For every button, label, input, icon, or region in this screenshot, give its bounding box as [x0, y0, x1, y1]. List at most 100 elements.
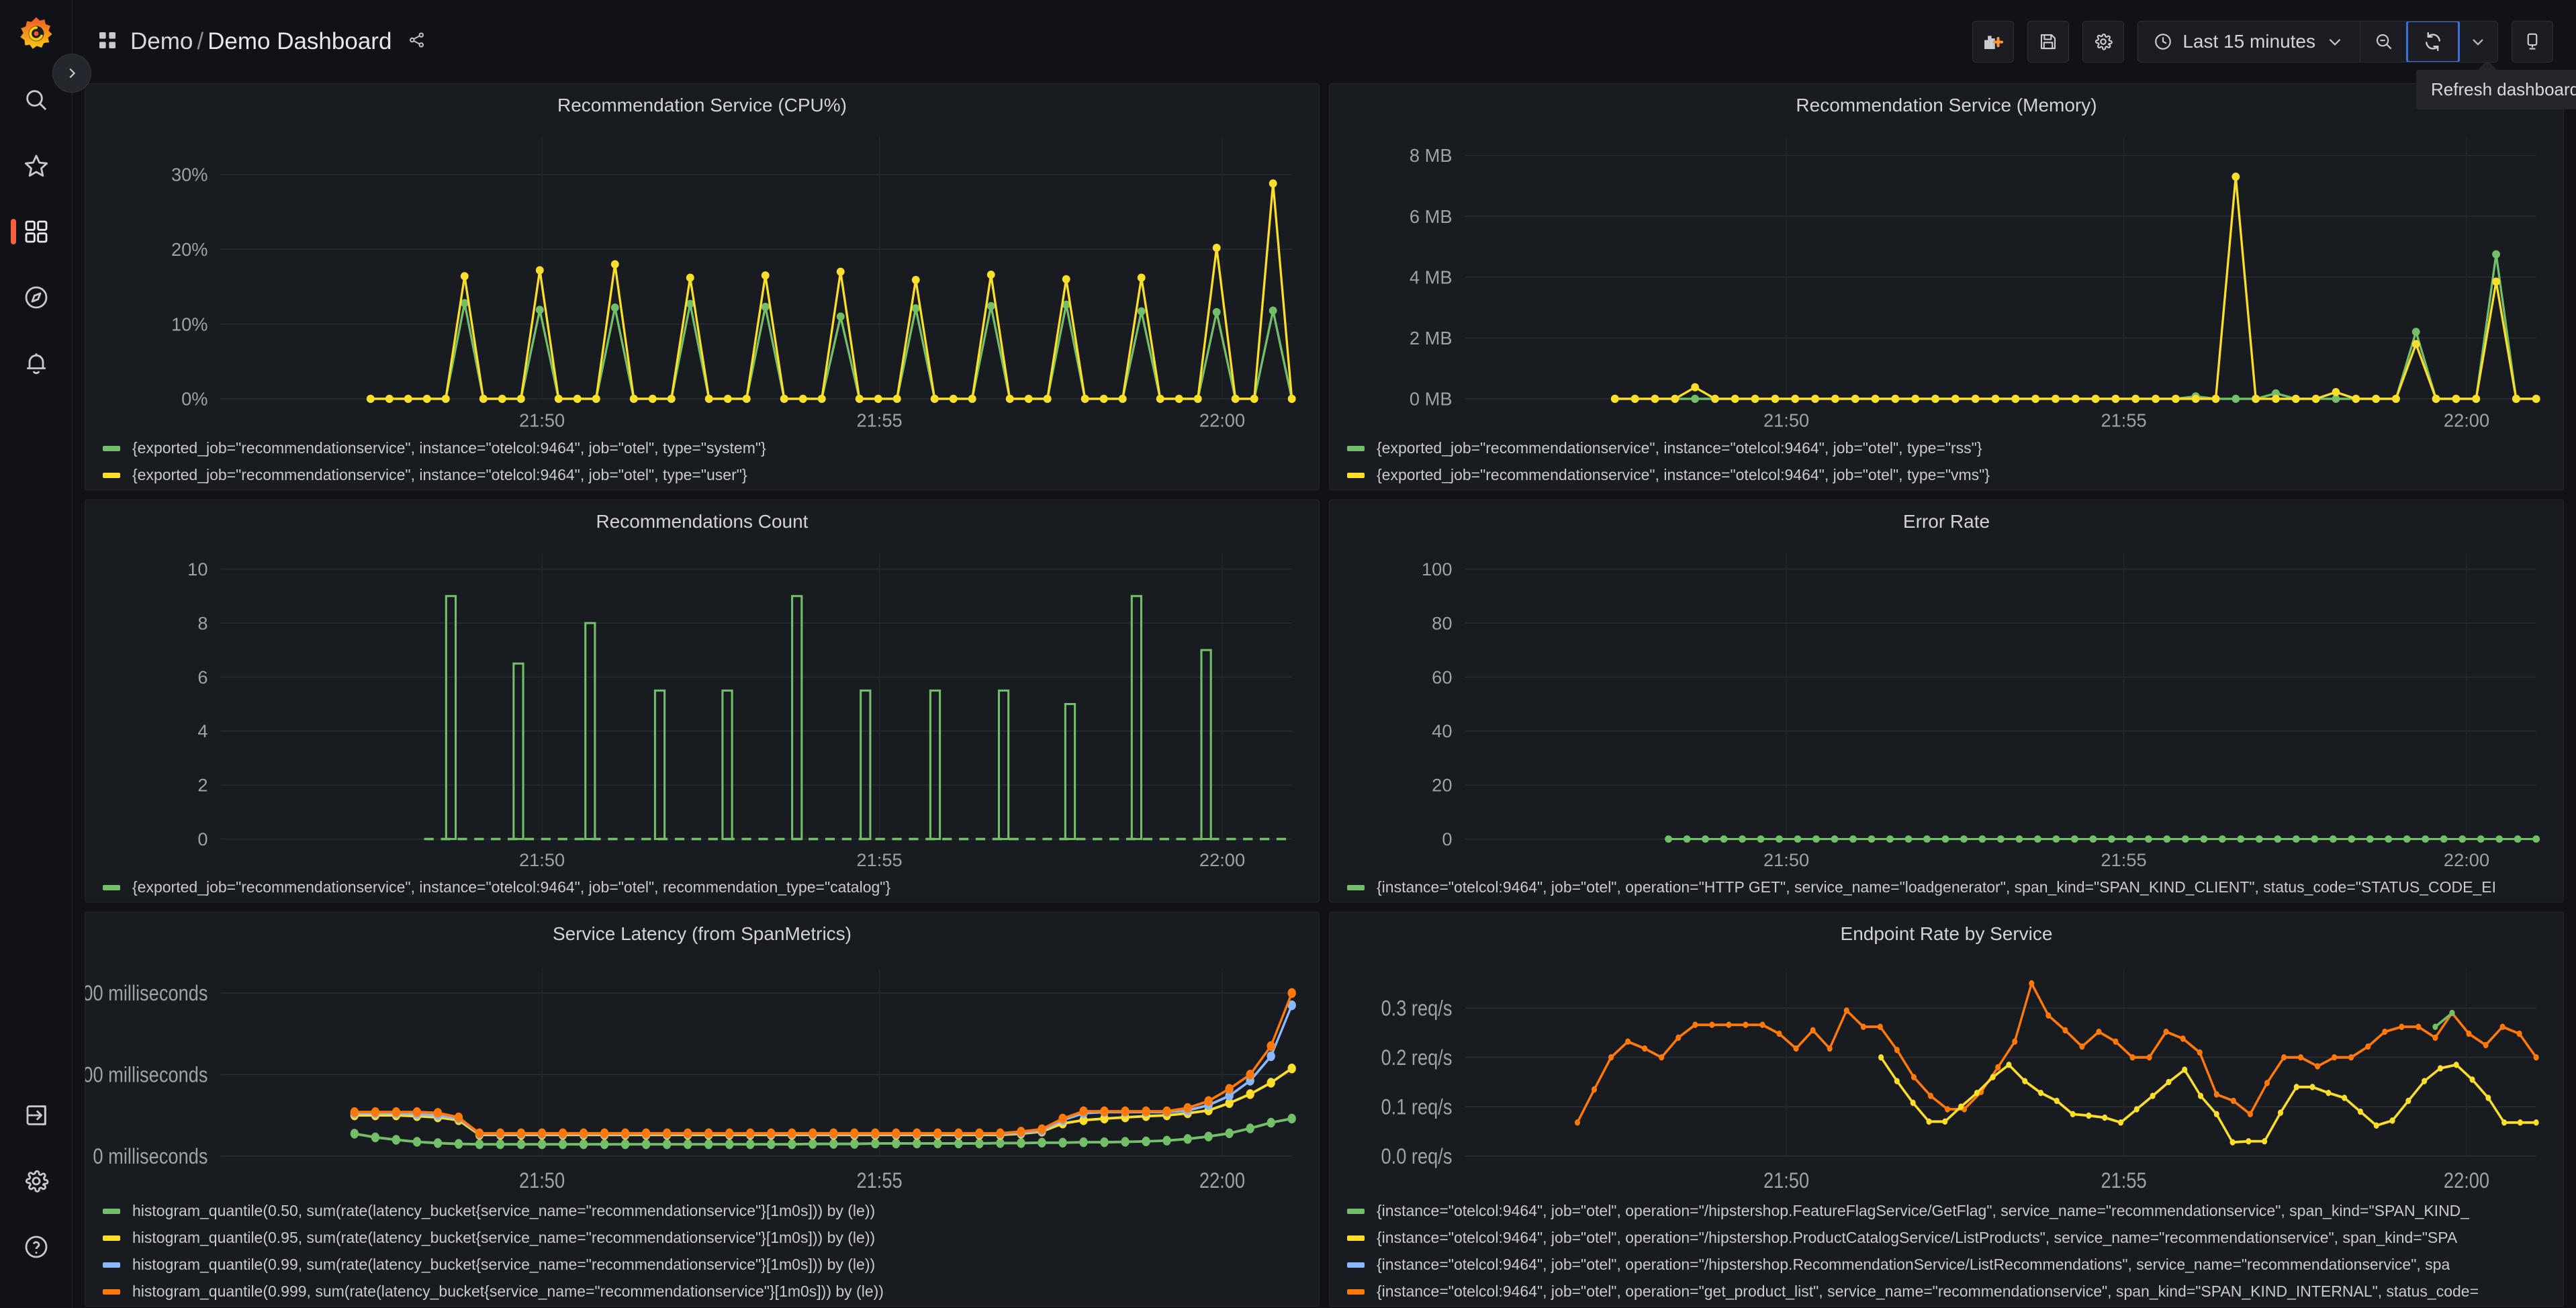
svg-text:22:00: 22:00 [1199, 1169, 1245, 1193]
legend-item[interactable]: histogram_quantile(0.50, sum(rate(latenc… [103, 1202, 1319, 1220]
svg-text:21:55: 21:55 [2101, 849, 2146, 870]
gear-icon [2095, 33, 2113, 50]
legend-item[interactable]: {instance="otelcol:9464", job="otel", op… [1347, 1256, 2563, 1274]
add-panel-icon [1984, 36, 2004, 50]
legend-swatch [103, 445, 120, 451]
panel-title: Recommendation Service (CPU%) [557, 95, 847, 115]
panel-legend: {instance="otelcol:9464", job="otel", op… [1330, 1199, 2563, 1306]
panel-row-3: Service Latency (from SpanMetrics) 0 mil… [85, 912, 2564, 1307]
zoom-out-button[interactable] [2360, 21, 2407, 62]
legend-swatch [103, 884, 120, 890]
sidebar-item-sign-in[interactable] [0, 1082, 73, 1148]
legend-item[interactable]: {instance="otelcol:9464", job="otel", op… [1347, 1229, 2563, 1247]
svg-text:22:00: 22:00 [2444, 410, 2489, 430]
panel-cpu: Recommendation Service (CPU%) 0% 10% 20% 30… [85, 83, 1320, 490]
panel-service-latency: Service Latency (from SpanMetrics) 0 mil… [85, 912, 1320, 1307]
svg-text:21:55: 21:55 [856, 1169, 902, 1193]
sidebar-item-help[interactable] [0, 1214, 73, 1280]
legend-item[interactable]: {exported_job="recommendationservice", i… [1347, 466, 2563, 484]
svg-text:60: 60 [1432, 667, 1452, 688]
legend-item[interactable]: {exported_job="recommendationservice", i… [103, 466, 1319, 484]
panel-chart-cpu[interactable]: 0% 10% 20% 30% 21:50 21:55 22:00 [85, 118, 1319, 436]
refresh-dashboard-button[interactable] [2406, 21, 2460, 62]
legend-label: histogram_quantile(0.50, sum(rate(latenc… [132, 1202, 876, 1219]
chevron-down-icon [2473, 39, 2483, 46]
svg-text:21:55: 21:55 [2101, 1169, 2146, 1193]
panel-chart-latency[interactable]: 0 milliseconds 200 milliseconds 400 millis… [85, 946, 1319, 1199]
star-icon [24, 154, 48, 177]
legend-swatch [1347, 472, 1365, 478]
clock-icon [2155, 34, 2172, 50]
save-dashboard-button[interactable] [2027, 21, 2070, 62]
svg-text:20%: 20% [171, 239, 208, 260]
sidebar [0, 0, 91, 1308]
legend-label: {exported_job="recommendationservice", i… [1377, 439, 1982, 457]
panel-legend: histogram_quantile(0.50, sum(rate(latenc… [85, 1199, 1319, 1306]
panel-legend: {instance="otelcol:9464", job="otel", op… [1330, 876, 2563, 902]
legend-label: {exported_job="recommendationservice", i… [132, 878, 891, 896]
dashboard-grid: Recommendation Service (CPU%) 0% 10% 20% 30… [73, 83, 2576, 1308]
svg-text:0: 0 [1442, 829, 1452, 849]
sidebar-item-alerting[interactable] [0, 330, 73, 396]
panel-chart-error-rate[interactable]: 0 20 40 60 80 100 21:50 21:55 22:00 [1330, 534, 2563, 876]
svg-text:2 MB: 2 MB [1410, 328, 1453, 348]
dashboard-grid-icon [97, 30, 118, 54]
breadcrumb-dashboard[interactable]: Demo Dashboard [208, 28, 392, 54]
panel-legend: {exported_job="recommendationservice", i… [1330, 436, 2563, 489]
breadcrumb-folder[interactable]: Demo [130, 28, 193, 54]
svg-text:6: 6 [197, 667, 208, 688]
svg-text:4 MB: 4 MB [1410, 267, 1453, 287]
legend-item[interactable]: {instance="otelcol:9464", job="otel", op… [1347, 878, 2563, 896]
svg-text:400 milliseconds: 400 milliseconds [85, 982, 208, 1006]
panel-title: Error Rate [1902, 511, 1990, 532]
svg-text:200 milliseconds: 200 milliseconds [85, 1063, 208, 1087]
legend-item[interactable]: {exported_job="recommendationservice", i… [103, 439, 1319, 457]
legend-item[interactable]: {instance="otelcol:9464", job="otel", op… [1347, 1282, 2563, 1301]
legend-label: {exported_job="recommendationservice", i… [132, 439, 766, 457]
legend-item[interactable]: histogram_quantile(0.95, sum(rate(latenc… [103, 1229, 1319, 1247]
gear-icon [25, 1170, 48, 1193]
time-range-picker[interactable]: Last 15 minutes [2138, 21, 2360, 62]
view-mode-button[interactable] [2512, 21, 2553, 62]
sidebar-item-explore[interactable] [0, 265, 73, 330]
breadcrumb: Demo / Demo Dashboard [97, 28, 426, 55]
svg-text:21:55: 21:55 [856, 410, 902, 430]
dashboard-settings-button[interactable] [2082, 21, 2125, 62]
legend-swatch [103, 1208, 120, 1214]
signin-icon [26, 1105, 46, 1125]
panel-chart-recommendations[interactable]: 0 2 4 6 8 10 21:50 21:55 22:00 [85, 534, 1319, 876]
breadcrumb-text: Demo / Demo Dashboard [130, 28, 392, 55]
svg-text:0.0 req/s: 0.0 req/s [1381, 1145, 1453, 1169]
refresh-interval-button[interactable] [2458, 21, 2497, 62]
legend-item[interactable]: {exported_job="recommendationservice", i… [103, 878, 1319, 896]
sidebar-item-dashboards[interactable] [0, 199, 73, 265]
legend-item[interactable]: {exported_job="recommendationservice", i… [1347, 439, 2563, 457]
legend-item[interactable]: histogram_quantile(0.999, sum(rate(laten… [103, 1282, 1319, 1301]
search-icon [26, 90, 46, 111]
svg-text:21:55: 21:55 [856, 849, 902, 870]
panel-row-1: Recommendation Service (CPU%) 0% 10% 20% 30… [85, 83, 2564, 490]
panel-row-2: Recommendations Count 0 2 4 6 8 10 21:50 21:55 2… [85, 500, 2564, 902]
panel-chart-endpoint-rate[interactable]: 0.0 req/s 0.1 req/s 0.2 req/s 0.3 req/s 21:5… [1330, 946, 2563, 1199]
add-panel-button[interactable] [1972, 21, 2015, 62]
share-icon[interactable] [408, 31, 426, 52]
legend-item[interactable]: histogram_quantile(0.99, sum(rate(latenc… [103, 1256, 1319, 1274]
sidebar-item-starred[interactable] [0, 133, 73, 199]
grafana-logo[interactable] [15, 12, 58, 55]
chevron-right-icon [69, 68, 76, 79]
sidebar-item-configuration[interactable] [0, 1148, 73, 1214]
compass-icon [25, 286, 47, 309]
svg-text:6 MB: 6 MB [1410, 205, 1453, 226]
legend-swatch [103, 1262, 120, 1268]
panel-chart-memory[interactable]: 0 MB 2 MB 4 MB 6 MB 8 MB 21:50 21:55 22:00 [1330, 118, 2563, 436]
time-controls: Last 15 minutes [2137, 21, 2498, 62]
legend-swatch [1347, 445, 1365, 451]
expand-menu-button[interactable] [52, 54, 91, 93]
legend-label: histogram_quantile(0.95, sum(rate(latenc… [132, 1229, 876, 1246]
legend-item[interactable]: {instance="otelcol:9464", job="otel", op… [1347, 1202, 2563, 1220]
svg-text:22:00: 22:00 [2444, 1169, 2489, 1193]
legend-swatch [1347, 1208, 1365, 1214]
legend-label: {instance="otelcol:9464", job="otel", op… [1377, 878, 2497, 896]
svg-text:0.2 req/s: 0.2 req/s [1381, 1046, 1453, 1070]
svg-text:21:50: 21:50 [519, 410, 565, 430]
